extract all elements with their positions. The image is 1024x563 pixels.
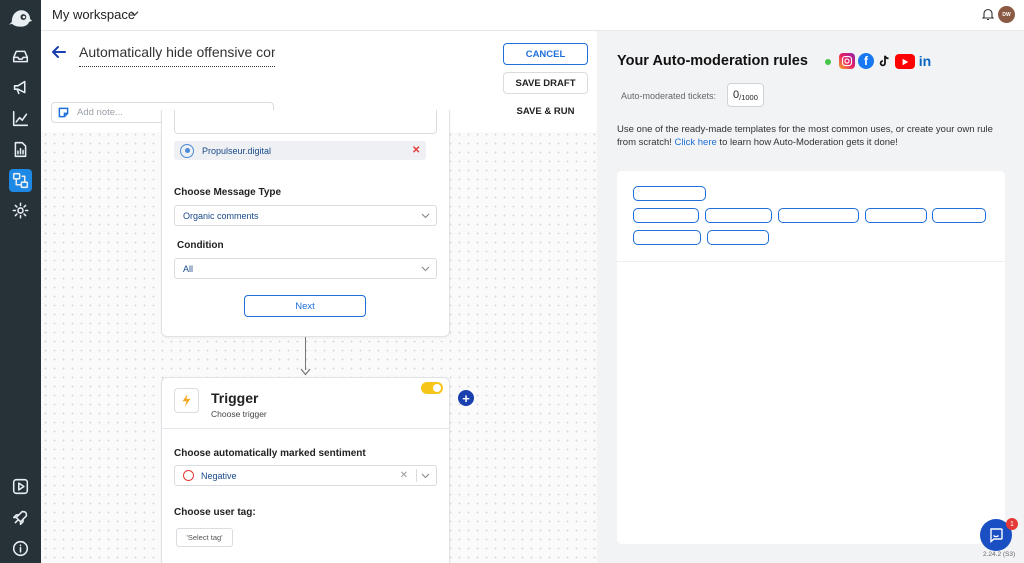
app-version: 2.24.2 (S3) bbox=[983, 551, 1016, 558]
add-step-button[interactable]: + bbox=[458, 390, 474, 406]
linkedin-icon[interactable]: in bbox=[917, 53, 933, 69]
template-filter-pill[interactable] bbox=[633, 186, 706, 201]
trigger-subtitle: Choose trigger bbox=[211, 409, 267, 419]
analytics-icon[interactable] bbox=[11, 109, 30, 128]
chevron-down-icon bbox=[421, 213, 430, 218]
clear-icon[interactable]: ✕ bbox=[400, 470, 408, 481]
settings-icon[interactable] bbox=[11, 201, 30, 220]
selected-page-chip: Propulseur.digital bbox=[174, 141, 426, 160]
facebook-icon[interactable]: f bbox=[858, 53, 874, 69]
template-filter-pill[interactable] bbox=[865, 208, 927, 223]
message-type-value: Organic comments bbox=[183, 210, 259, 221]
remove-page-icon[interactable]: ✕ bbox=[412, 145, 420, 156]
bell-icon[interactable] bbox=[982, 8, 994, 21]
template-filter-pill[interactable] bbox=[778, 208, 859, 223]
template-filter-pill[interactable] bbox=[633, 230, 701, 245]
chevron-down-icon bbox=[421, 266, 430, 271]
workspace-name[interactable]: My workspace bbox=[52, 7, 135, 22]
info-icon[interactable] bbox=[11, 539, 30, 558]
flow-connector bbox=[305, 337, 306, 370]
instagram-icon[interactable] bbox=[839, 53, 855, 69]
sad-face-icon bbox=[183, 470, 194, 481]
divider bbox=[162, 428, 449, 429]
inbox-icon[interactable] bbox=[11, 47, 30, 66]
condition-value: All bbox=[183, 263, 194, 274]
report-icon[interactable] bbox=[11, 140, 30, 159]
next-button[interactable]: Next bbox=[244, 295, 366, 317]
trigger-enabled-toggle[interactable] bbox=[421, 382, 443, 394]
panel-title: Your Auto-moderation rules bbox=[617, 53, 808, 69]
message-type-label: Choose Message Type bbox=[174, 187, 282, 198]
template-filter-pill[interactable] bbox=[707, 230, 769, 245]
note-icon bbox=[58, 107, 69, 118]
learn-more-link[interactable]: Click here bbox=[675, 137, 717, 148]
user-avatar[interactable]: DW bbox=[998, 6, 1015, 23]
rules-list-box bbox=[617, 171, 1005, 544]
message-type-select[interactable]: Organic comments bbox=[174, 205, 437, 226]
back-arrow-icon[interactable] bbox=[50, 43, 68, 61]
divider bbox=[617, 261, 1005, 262]
selected-page-label: Propulseur.digital bbox=[202, 145, 272, 156]
youtube-icon[interactable] bbox=[895, 54, 915, 69]
rule-title-input[interactable]: Automatically hide offensive comm bbox=[79, 43, 275, 67]
note-placeholder: Add note... bbox=[77, 107, 123, 118]
cancel-button[interactable]: CANCEL bbox=[503, 43, 588, 65]
chat-icon bbox=[990, 528, 1003, 543]
counter-max: /1000 bbox=[739, 93, 758, 102]
arrow-down-icon bbox=[300, 368, 311, 376]
status-dot bbox=[825, 59, 831, 65]
top-bar bbox=[41, 0, 1024, 31]
ticket-counter: 0/1000 bbox=[727, 83, 764, 107]
automation-icon[interactable] bbox=[9, 169, 32, 192]
template-filter-pill[interactable] bbox=[633, 208, 699, 223]
user-tag-label: Choose user tag: bbox=[174, 507, 256, 518]
condition-label: Condition bbox=[177, 240, 224, 251]
chevron-down-icon[interactable] bbox=[130, 9, 139, 18]
description-suffix: to learn how Auto-Moderation gets it don… bbox=[716, 137, 898, 148]
panel-description: Use one of the ready-made templates for … bbox=[617, 123, 1007, 149]
select-tag-button[interactable]: 'Select tag' bbox=[176, 528, 233, 547]
sentiment-label: Choose automatically marked sentiment bbox=[174, 448, 366, 459]
condition-select[interactable]: All bbox=[174, 258, 437, 279]
sentiment-select[interactable]: Negative ✕ bbox=[174, 465, 437, 486]
video-tutorial-icon[interactable] bbox=[11, 477, 30, 496]
template-filter-pill[interactable] bbox=[932, 208, 986, 223]
save-draft-button[interactable]: SAVE DRAFT bbox=[503, 72, 588, 94]
rocket-icon[interactable] bbox=[11, 508, 30, 527]
counter-label: Auto-moderated tickets: bbox=[621, 91, 717, 101]
chat-unread-badge: 1 bbox=[1006, 518, 1018, 530]
sentiment-value: Negative bbox=[201, 470, 237, 481]
sidebar bbox=[0, 0, 41, 563]
lightning-icon bbox=[174, 388, 199, 413]
megaphone-icon[interactable] bbox=[11, 78, 30, 97]
logo-icon[interactable] bbox=[8, 7, 33, 29]
tiktok-icon[interactable] bbox=[877, 53, 893, 69]
chevron-down-icon bbox=[421, 473, 430, 478]
page-select-input[interactable] bbox=[174, 110, 437, 134]
template-filter-pill[interactable] bbox=[705, 208, 772, 223]
page-icon bbox=[180, 143, 194, 158]
save-and-run-button[interactable]: SAVE & RUN bbox=[503, 100, 588, 122]
trigger-title: Trigger bbox=[211, 390, 259, 406]
